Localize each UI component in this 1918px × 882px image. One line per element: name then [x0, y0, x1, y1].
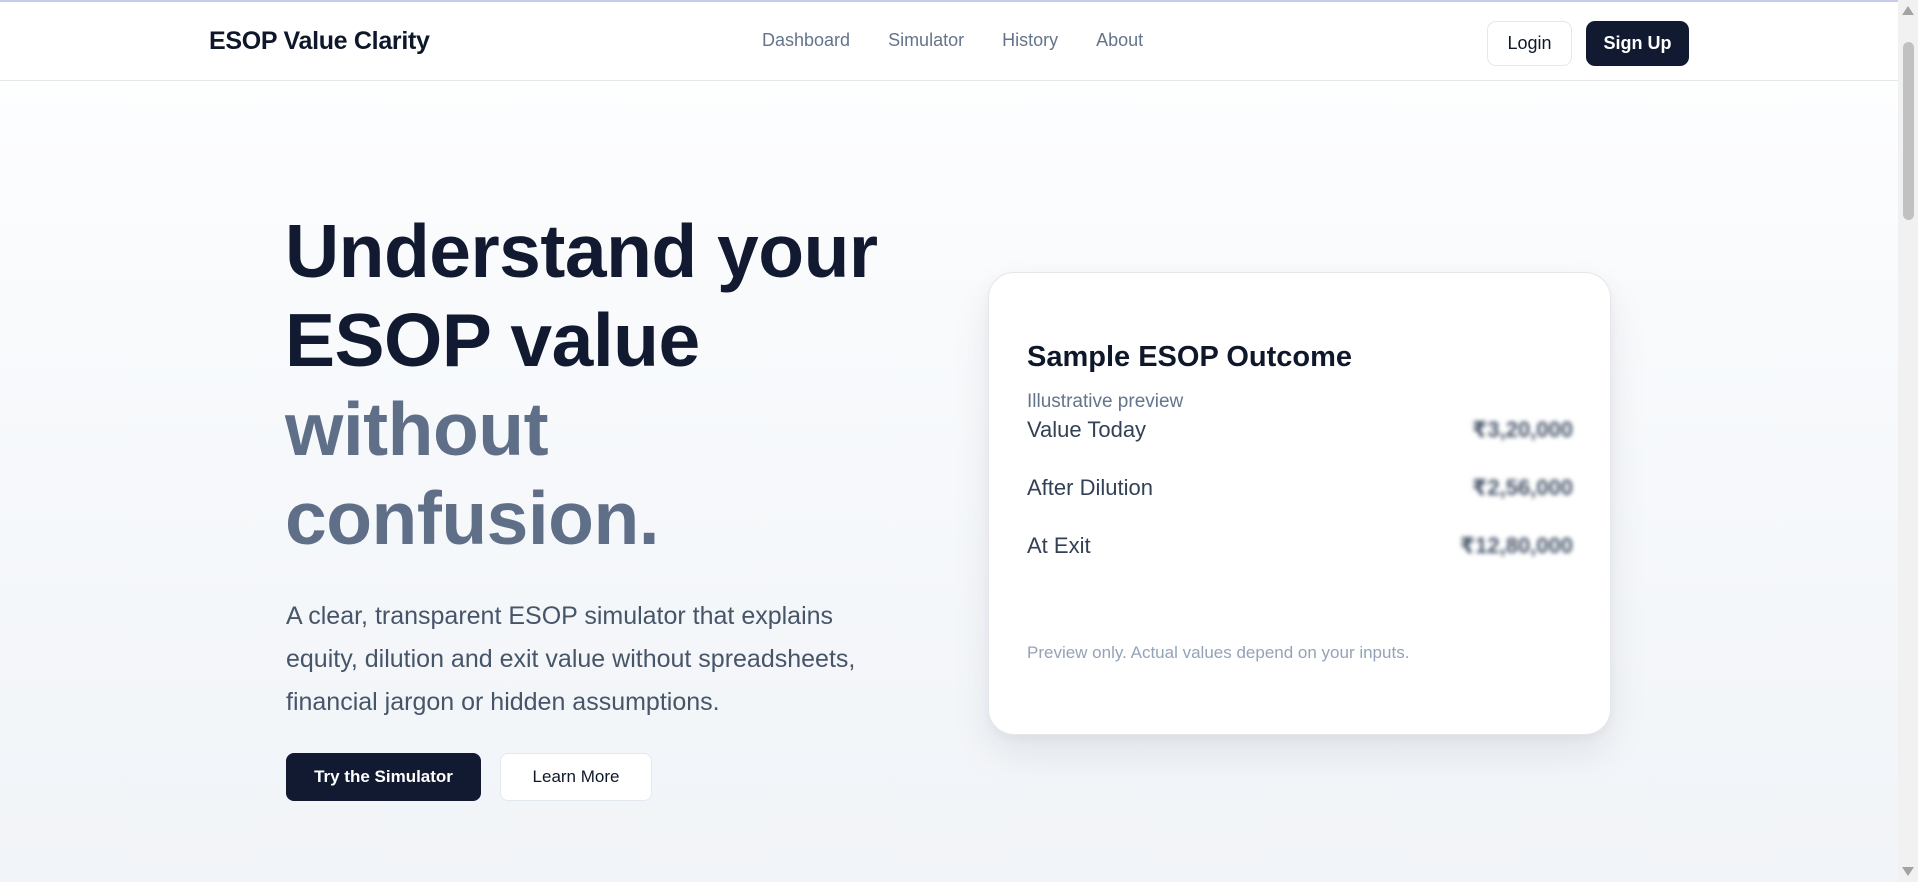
outcome-value: ₹2,56,000 [1472, 475, 1573, 500]
nav-simulator[interactable]: Simulator [888, 30, 964, 51]
outcome-value: ₹12,80,000 [1459, 533, 1573, 558]
hero-heading-line-4: confusion. [285, 476, 660, 560]
outcome-label: At Exit [1027, 533, 1091, 558]
hero-heading: Understand your ESOP value without confu… [285, 207, 925, 563]
outcome-row-after-dilution: After Dilution ₹2,56,000 [1027, 473, 1573, 503]
hero-heading-line-2: ESOP value [285, 298, 700, 382]
hero-heading-line-3: without [285, 387, 549, 471]
try-simulator-button[interactable]: Try the Simulator [286, 753, 481, 801]
outcome-row-at-exit: At Exit ₹12,80,000 [1027, 531, 1573, 561]
outcome-label: After Dilution [1027, 475, 1153, 500]
outcome-row-value-today: Value Today ₹3,20,000 [1027, 415, 1573, 445]
card-disclaimer: Preview only. Actual values depend on yo… [1027, 643, 1410, 662]
vertical-scrollbar[interactable] [1898, 0, 1918, 882]
signup-button[interactable]: Sign Up [1586, 21, 1689, 66]
nav-dashboard[interactable]: Dashboard [762, 30, 850, 51]
card-title: Sample ESOP Outcome [1027, 341, 1353, 373]
outcome-label: Value Today [1027, 417, 1147, 442]
scrollbar-thumb[interactable] [1903, 42, 1914, 220]
scroll-down-arrow-icon[interactable] [1902, 867, 1914, 876]
sample-outcome-card: Sample ESOP Outcome Illustrative preview… [988, 272, 1611, 735]
nav-history[interactable]: History [1002, 30, 1058, 51]
page-viewport: ESOP Value Clarity Dashboard Simulator H… [0, 0, 1898, 882]
learn-more-button[interactable]: Learn More [500, 753, 652, 801]
main-nav: Dashboard Simulator History About [762, 30, 1181, 51]
top-navbar: ESOP Value Clarity Dashboard Simulator H… [0, 2, 1898, 81]
hero-description: A clear, transparent ESOP simulator that… [286, 602, 856, 716]
outcome-value: ₹3,20,000 [1472, 417, 1573, 442]
login-button[interactable]: Login [1487, 21, 1572, 66]
brand-logo-text[interactable]: ESOP Value Clarity [209, 27, 430, 56]
scroll-up-arrow-icon[interactable] [1902, 6, 1914, 15]
card-subtitle: Illustrative preview [1027, 391, 1184, 412]
nav-about[interactable]: About [1096, 30, 1143, 51]
hero-heading-line-1: Understand your [285, 209, 878, 293]
